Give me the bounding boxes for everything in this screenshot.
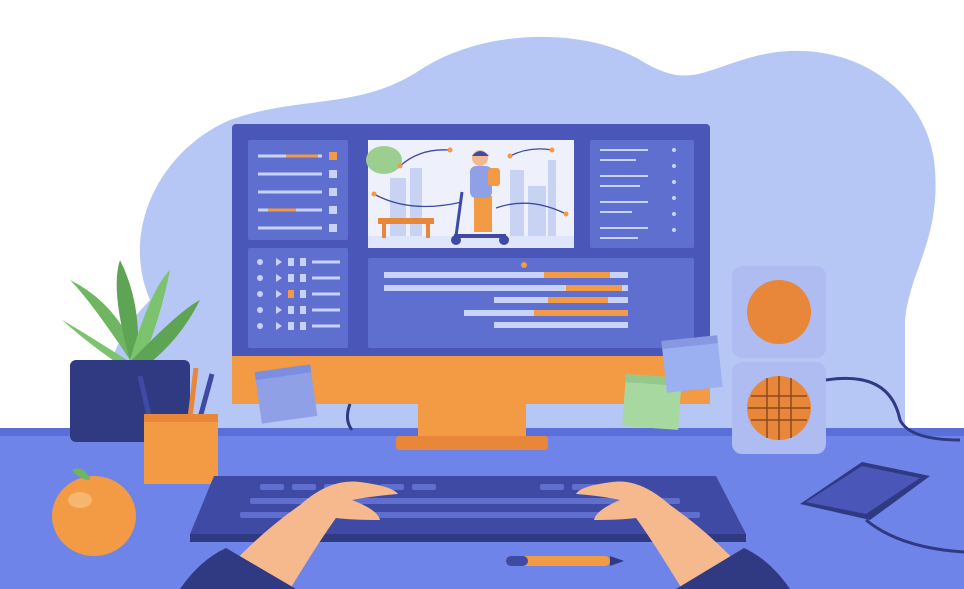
- speaker-top: [732, 266, 826, 358]
- sticky-note-blue-left: [254, 364, 318, 424]
- monitor-base: [396, 436, 548, 450]
- speaker-bottom: [732, 362, 826, 454]
- preview-bush: [366, 146, 402, 174]
- pen: [506, 556, 624, 566]
- sticky-note-blue-right: [661, 335, 723, 393]
- timeline-playhead: [521, 262, 527, 268]
- monitor-neck: [418, 404, 526, 438]
- properties-panel: [590, 140, 694, 248]
- illustration-scene: [0, 36, 964, 589]
